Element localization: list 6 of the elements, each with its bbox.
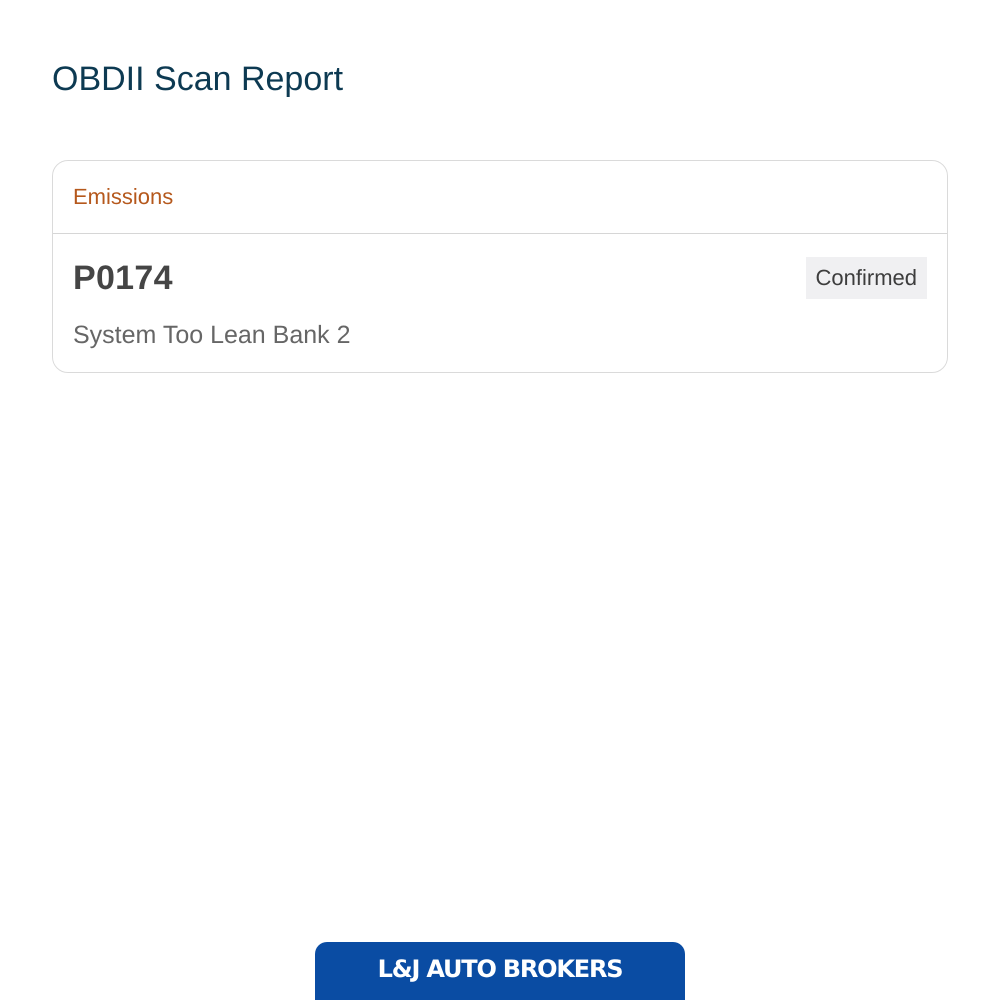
section-heading: Emissions [73, 184, 174, 209]
trouble-code: P0174 [73, 258, 173, 299]
brand-logo: L&J AUTO BROKERS [315, 942, 685, 1000]
page-title: OBDII Scan Report [52, 59, 344, 100]
code-description: System Too Lean Bank 2 [73, 320, 352, 350]
status-badge: Confirmed [806, 257, 927, 299]
